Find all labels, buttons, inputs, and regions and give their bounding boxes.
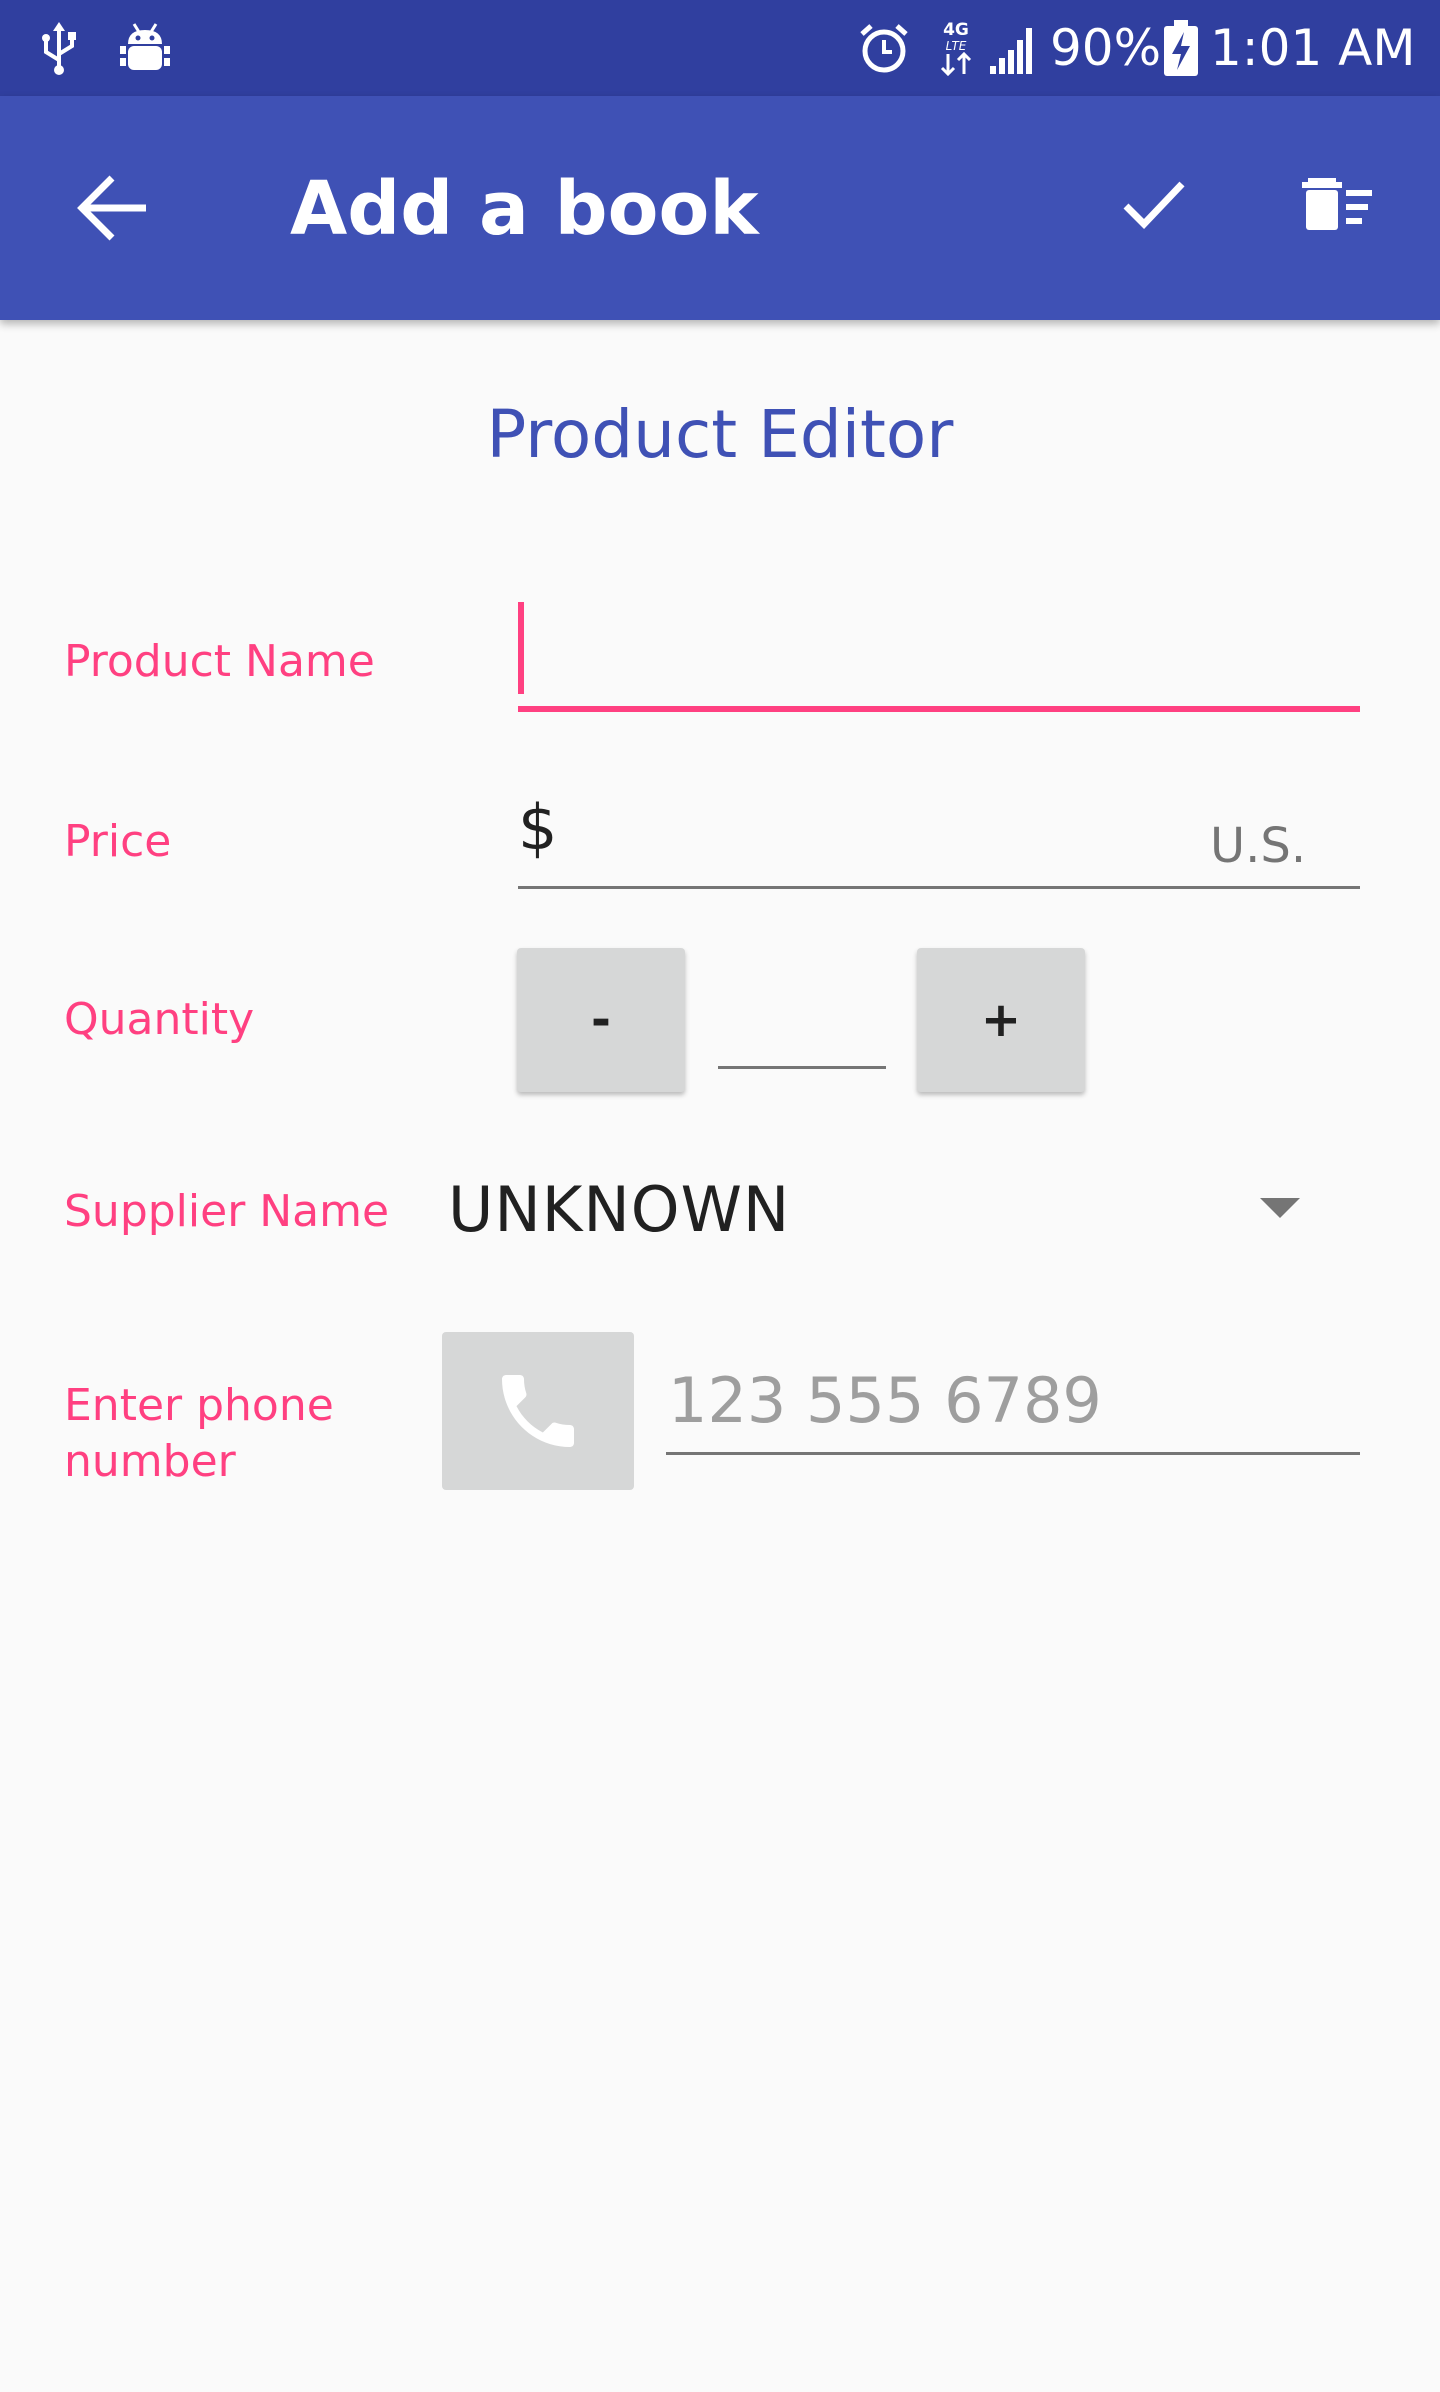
battery-charging-icon xyxy=(1164,20,1198,81)
supplier-name-label: Supplier Name xyxy=(64,1186,390,1237)
currency-suffix: U.S. xyxy=(1210,818,1307,874)
android-debug-icon xyxy=(120,22,170,79)
dropdown-arrow-icon xyxy=(1260,1198,1300,1218)
increment-button[interactable]: + xyxy=(917,948,1085,1092)
price-input[interactable] xyxy=(570,794,1190,874)
app-title: Add a book xyxy=(290,166,759,252)
quantity-underline xyxy=(718,1066,886,1069)
signal-icon xyxy=(990,24,1040,79)
usb-icon xyxy=(36,22,82,81)
app-bar: Add a book xyxy=(0,96,1440,320)
product-name-input[interactable] xyxy=(528,600,1358,696)
supplier-selected-value: UNKNOWN xyxy=(448,1173,791,1246)
back-button[interactable] xyxy=(64,160,160,256)
call-button[interactable] xyxy=(442,1332,634,1490)
quantity-label: Quantity xyxy=(64,994,255,1045)
phone-icon xyxy=(502,1375,574,1447)
price-underline xyxy=(518,886,1360,889)
network-4g-lte-icon: 4G LTE xyxy=(936,18,976,81)
status-bar: 4G LTE 90% 1:01 AM xyxy=(0,0,1440,96)
delete-button[interactable] xyxy=(1300,172,1380,252)
product-name-underline xyxy=(518,706,1360,712)
price-label: Price xyxy=(64,816,172,867)
text-cursor xyxy=(518,602,524,694)
check-icon xyxy=(1123,181,1185,230)
editor-heading: Product Editor xyxy=(486,396,954,473)
svg-text:LTE: LTE xyxy=(946,39,967,53)
alarm-icon xyxy=(858,22,910,79)
delete-sweep-icon xyxy=(1302,178,1372,230)
phone-label: Enter phone number xyxy=(64,1380,334,1487)
phone-underline xyxy=(666,1452,1360,1455)
phone-input[interactable] xyxy=(668,1358,1358,1442)
back-arrow-icon xyxy=(77,175,146,241)
currency-prefix: $ xyxy=(518,791,558,864)
svg-text:4G: 4G xyxy=(943,20,969,40)
battery-percent: 90% xyxy=(1050,19,1162,77)
decrement-button[interactable]: - xyxy=(517,948,685,1092)
quantity-input[interactable] xyxy=(718,990,884,1066)
save-button[interactable] xyxy=(1110,160,1198,248)
clock-time: 1:01 AM xyxy=(1210,19,1416,77)
product-name-label: Product Name xyxy=(64,636,375,687)
